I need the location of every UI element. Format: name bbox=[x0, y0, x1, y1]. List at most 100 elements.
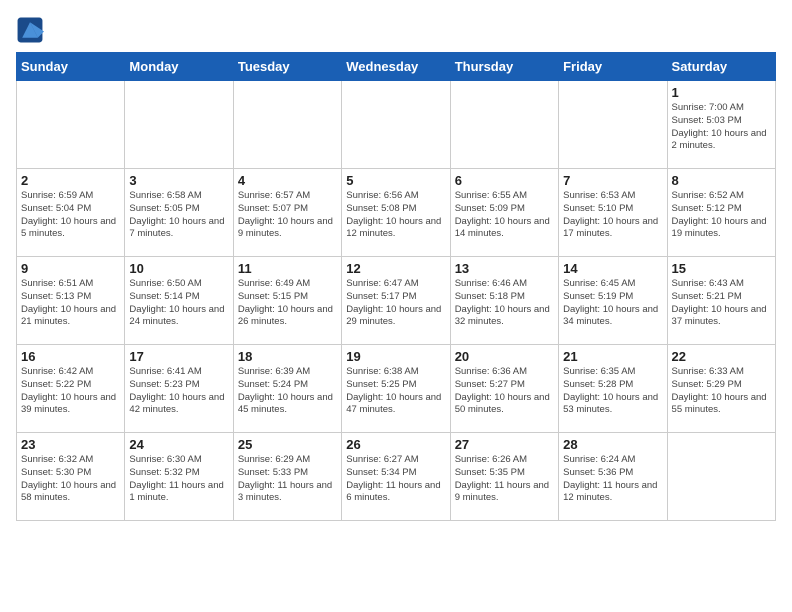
calendar-cell bbox=[342, 81, 450, 169]
calendar-cell: 2Sunrise: 6:59 AM Sunset: 5:04 PM Daylig… bbox=[17, 169, 125, 257]
day-number: 16 bbox=[21, 349, 120, 364]
calendar-cell: 23Sunrise: 6:32 AM Sunset: 5:30 PM Dayli… bbox=[17, 433, 125, 521]
day-of-week-header: Friday bbox=[559, 53, 667, 81]
calendar-cell: 5 Sunrise: 6:56 AM Sunset: 5:08 PM Daylig… bbox=[342, 169, 450, 257]
day-info: Sunrise: 6:38 AM Sunset: 5:25 PM Dayligh… bbox=[346, 366, 445, 417]
day-info: Sunrise: 6:47 AM Sunset: 5:17 PM Dayligh… bbox=[346, 278, 445, 329]
calendar-cell: 26 Sunrise: 6:27 AM Sunset: 5:34 PM Dayli… bbox=[342, 433, 450, 521]
day-info: Sunrise: 6:43 AM Sunset: 5:21 PM Dayligh… bbox=[672, 278, 771, 329]
day-info: Sunrise: 6:50 AM Sunset: 5:14 PM Dayligh… bbox=[129, 278, 228, 329]
calendar-cell bbox=[17, 81, 125, 169]
day-number: 12 bbox=[346, 261, 445, 276]
calendar-cell bbox=[450, 81, 558, 169]
calendar-cell: 10 Sunrise: 6:50 AM Sunset: 5:14 PM Dayli… bbox=[125, 257, 233, 345]
day-number: 19 bbox=[346, 349, 445, 364]
logo-icon bbox=[16, 16, 44, 44]
calendar-week-row: 9 Sunrise: 6:51 AM Sunset: 5:13 PM Daylig… bbox=[17, 257, 776, 345]
day-of-week-header: Monday bbox=[125, 53, 233, 81]
calendar-cell: 12 Sunrise: 6:47 AM Sunset: 5:17 PM Dayli… bbox=[342, 257, 450, 345]
calendar-cell: 17 Sunrise: 6:41 AM Sunset: 5:23 PM Dayli… bbox=[125, 345, 233, 433]
calendar-cell: 20 Sunrise: 6:36 AM Sunset: 5:27 PM Dayli… bbox=[450, 345, 558, 433]
day-info: Sunrise: 6:30 AM Sunset: 5:32 PM Dayligh… bbox=[129, 454, 228, 505]
calendar-week-row: 1 Sunrise: 7:00 AM Sunset: 5:03 PM Daylig… bbox=[17, 81, 776, 169]
calendar-cell: 21Sunrise: 6:35 AM Sunset: 5:28 PM Dayli… bbox=[559, 345, 667, 433]
day-info: Sunrise: 6:33 AM Sunset: 5:29 PM Dayligh… bbox=[672, 366, 771, 417]
calendar-week-row: 23Sunrise: 6:32 AM Sunset: 5:30 PM Dayli… bbox=[17, 433, 776, 521]
day-number: 21 bbox=[563, 349, 662, 364]
day-info: Sunrise: 6:53 AM Sunset: 5:10 PM Dayligh… bbox=[563, 190, 662, 241]
calendar-table: SundayMondayTuesdayWednesdayThursdayFrid… bbox=[16, 52, 776, 521]
day-info: Sunrise: 7:00 AM Sunset: 5:03 PM Dayligh… bbox=[672, 102, 771, 153]
day-info: Sunrise: 6:29 AM Sunset: 5:33 PM Dayligh… bbox=[238, 454, 337, 505]
day-info: Sunrise: 6:36 AM Sunset: 5:27 PM Dayligh… bbox=[455, 366, 554, 417]
calendar-cell: 19 Sunrise: 6:38 AM Sunset: 5:25 PM Dayli… bbox=[342, 345, 450, 433]
day-of-week-header: Thursday bbox=[450, 53, 558, 81]
day-number: 25 bbox=[238, 437, 337, 452]
calendar-cell bbox=[667, 433, 775, 521]
day-info: Sunrise: 6:39 AM Sunset: 5:24 PM Dayligh… bbox=[238, 366, 337, 417]
calendar-week-row: 16 Sunrise: 6:42 AM Sunset: 5:22 PM Dayli… bbox=[17, 345, 776, 433]
day-info: Sunrise: 6:49 AM Sunset: 5:15 PM Dayligh… bbox=[238, 278, 337, 329]
calendar-cell: 13 Sunrise: 6:46 AM Sunset: 5:18 PM Dayli… bbox=[450, 257, 558, 345]
calendar-cell: 1 Sunrise: 7:00 AM Sunset: 5:03 PM Daylig… bbox=[667, 81, 775, 169]
day-info: Sunrise: 6:59 AM Sunset: 5:04 PM Dayligh… bbox=[21, 190, 120, 241]
day-of-week-header: Wednesday bbox=[342, 53, 450, 81]
day-number: 13 bbox=[455, 261, 554, 276]
calendar-cell: 11 Sunrise: 6:49 AM Sunset: 5:15 PM Dayli… bbox=[233, 257, 341, 345]
day-info: Sunrise: 6:45 AM Sunset: 5:19 PM Dayligh… bbox=[563, 278, 662, 329]
calendar-header-row: SundayMondayTuesdayWednesdayThursdayFrid… bbox=[17, 53, 776, 81]
day-number: 10 bbox=[129, 261, 228, 276]
day-number: 26 bbox=[346, 437, 445, 452]
calendar-cell bbox=[233, 81, 341, 169]
calendar-cell bbox=[559, 81, 667, 169]
day-number: 14 bbox=[563, 261, 662, 276]
day-number: 11 bbox=[238, 261, 337, 276]
day-number: 8 bbox=[672, 173, 771, 188]
calendar-cell: 8 Sunrise: 6:52 AM Sunset: 5:12 PM Daylig… bbox=[667, 169, 775, 257]
day-number: 17 bbox=[129, 349, 228, 364]
day-number: 18 bbox=[238, 349, 337, 364]
day-number: 6 bbox=[455, 173, 554, 188]
day-info: Sunrise: 6:58 AM Sunset: 5:05 PM Dayligh… bbox=[129, 190, 228, 241]
day-number: 5 bbox=[346, 173, 445, 188]
day-info: Sunrise: 6:51 AM Sunset: 5:13 PM Dayligh… bbox=[21, 278, 120, 329]
page-header bbox=[16, 16, 776, 44]
calendar-cell: 28 Sunrise: 6:24 AM Sunset: 5:36 PM Dayli… bbox=[559, 433, 667, 521]
day-number: 15 bbox=[672, 261, 771, 276]
day-number: 9 bbox=[21, 261, 120, 276]
day-info: Sunrise: 6:41 AM Sunset: 5:23 PM Dayligh… bbox=[129, 366, 228, 417]
day-info: Sunrise: 6:27 AM Sunset: 5:34 PM Dayligh… bbox=[346, 454, 445, 505]
calendar-cell: 3 Sunrise: 6:58 AM Sunset: 5:05 PM Daylig… bbox=[125, 169, 233, 257]
calendar-cell: 4Sunrise: 6:57 AM Sunset: 5:07 PM Daylig… bbox=[233, 169, 341, 257]
day-number: 20 bbox=[455, 349, 554, 364]
calendar-cell: 16 Sunrise: 6:42 AM Sunset: 5:22 PM Dayli… bbox=[17, 345, 125, 433]
day-number: 7 bbox=[563, 173, 662, 188]
day-of-week-header: Tuesday bbox=[233, 53, 341, 81]
day-info: Sunrise: 6:42 AM Sunset: 5:22 PM Dayligh… bbox=[21, 366, 120, 417]
calendar-cell: 22Sunrise: 6:33 AM Sunset: 5:29 PM Dayli… bbox=[667, 345, 775, 433]
logo bbox=[16, 16, 48, 44]
day-info: Sunrise: 6:46 AM Sunset: 5:18 PM Dayligh… bbox=[455, 278, 554, 329]
day-number: 1 bbox=[672, 85, 771, 100]
day-info: Sunrise: 6:55 AM Sunset: 5:09 PM Dayligh… bbox=[455, 190, 554, 241]
day-number: 28 bbox=[563, 437, 662, 452]
calendar-cell: 15 Sunrise: 6:43 AM Sunset: 5:21 PM Dayli… bbox=[667, 257, 775, 345]
calendar-cell: 7 Sunrise: 6:53 AM Sunset: 5:10 PM Daylig… bbox=[559, 169, 667, 257]
calendar-cell: 9 Sunrise: 6:51 AM Sunset: 5:13 PM Daylig… bbox=[17, 257, 125, 345]
day-number: 3 bbox=[129, 173, 228, 188]
calendar-cell: 6 Sunrise: 6:55 AM Sunset: 5:09 PM Daylig… bbox=[450, 169, 558, 257]
day-number: 4 bbox=[238, 173, 337, 188]
day-of-week-header: Sunday bbox=[17, 53, 125, 81]
calendar-week-row: 2Sunrise: 6:59 AM Sunset: 5:04 PM Daylig… bbox=[17, 169, 776, 257]
calendar-cell: 14 Sunrise: 6:45 AM Sunset: 5:19 PM Dayli… bbox=[559, 257, 667, 345]
day-info: Sunrise: 6:56 AM Sunset: 5:08 PM Dayligh… bbox=[346, 190, 445, 241]
day-number: 23 bbox=[21, 437, 120, 452]
day-number: 24 bbox=[129, 437, 228, 452]
day-number: 27 bbox=[455, 437, 554, 452]
calendar-cell: 25 Sunrise: 6:29 AM Sunset: 5:33 PM Dayli… bbox=[233, 433, 341, 521]
calendar-cell: 27 Sunrise: 6:26 AM Sunset: 5:35 PM Dayli… bbox=[450, 433, 558, 521]
day-info: Sunrise: 6:52 AM Sunset: 5:12 PM Dayligh… bbox=[672, 190, 771, 241]
calendar-cell: 18 Sunrise: 6:39 AM Sunset: 5:24 PM Dayli… bbox=[233, 345, 341, 433]
day-info: Sunrise: 6:24 AM Sunset: 5:36 PM Dayligh… bbox=[563, 454, 662, 505]
day-info: Sunrise: 6:26 AM Sunset: 5:35 PM Dayligh… bbox=[455, 454, 554, 505]
